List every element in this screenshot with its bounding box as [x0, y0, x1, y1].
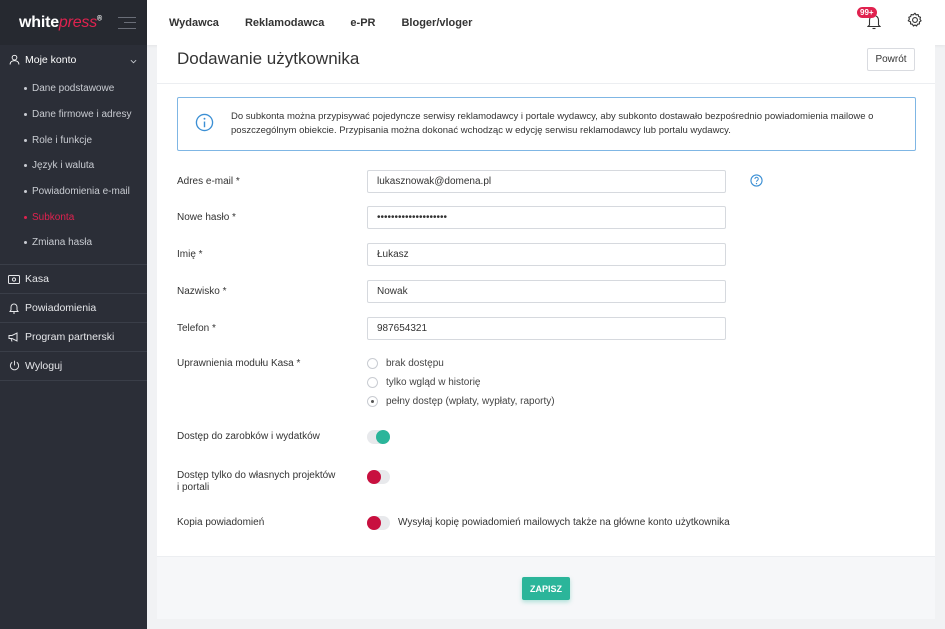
topbar: Wydawca Reklamodawca e-PR Bloger/vloger … — [147, 0, 945, 45]
sidebar-item-label: Moje konto — [25, 53, 77, 66]
logo-white-text: white — [19, 13, 59, 31]
topnav-bloger[interactable]: Bloger/vloger — [401, 17, 472, 29]
last-name-field[interactable]: Nowak — [367, 280, 726, 303]
menu-toggle-icon[interactable] — [118, 16, 137, 29]
earnings-access-label: Dostęp do zarobków i wydatków — [177, 431, 320, 442]
sidebar-item-label: Powiadomienia — [25, 301, 97, 314]
radio-view-history[interactable]: tylko wgląd w historię — [367, 377, 480, 388]
sidebar-item-kasa[interactable]: Kasa — [0, 265, 147, 294]
sidebar-item-logout[interactable]: Wyloguj — [0, 352, 147, 381]
earnings-access-toggle[interactable] — [367, 430, 390, 444]
help-icon[interactable] — [750, 174, 763, 190]
last-name-label: Nazwisko * — [177, 286, 227, 297]
card-footer: ZAPISZ — [157, 556, 935, 619]
radio-full-access[interactable]: pełny dostęp (wpłaty, wypłaty, raporty) — [367, 396, 555, 407]
sidebar-item-label: Wyloguj — [25, 359, 63, 372]
sidebar-subitem-change-password[interactable]: Zmiana hasła — [0, 230, 147, 256]
wallet-icon — [8, 273, 20, 285]
bell-icon — [8, 302, 20, 314]
phone-field[interactable]: 987654321 — [367, 317, 726, 340]
sidebar-subitem-email-notifications[interactable]: Powiadomienia e-mail — [0, 179, 147, 205]
notification-copy-label: Kopia powiadomień — [177, 517, 265, 528]
back-button[interactable]: Powrót — [867, 48, 915, 71]
notifications-button[interactable]: 99+ — [857, 6, 883, 31]
sidebar-item-label: Kasa — [25, 272, 49, 285]
sidebar-subitem-company-data[interactable]: Dane firmowe i adresy — [0, 102, 147, 128]
sidebar-subitem-language[interactable]: Język i waluta — [0, 153, 147, 179]
notifications-badge: 99+ — [857, 6, 877, 18]
first-name-field[interactable]: Łukasz — [367, 243, 726, 266]
notification-copy-text: Wysyłaj kopię powiadomień mailowych takż… — [398, 517, 730, 528]
own-projects-label: Dostęp tylko do własnych projektów i por… — [177, 470, 336, 493]
chevron-down-icon — [130, 55, 137, 67]
sidebar-subitem-subaccounts[interactable]: Subkonta — [0, 204, 147, 230]
page-title: Dodawanie użytkownika — [177, 49, 360, 68]
own-projects-toggle[interactable] — [367, 470, 390, 484]
logo-registered-mark: ® — [97, 15, 103, 23]
logo-press-text: press — [58, 13, 98, 31]
logo-bar: whitepress® — [0, 0, 147, 45]
top-icons: 99+ — [857, 6, 923, 31]
sidebar-item-account[interactable]: Moje konto — [0, 45, 147, 74]
settings-button[interactable] — [907, 12, 923, 31]
radio-circle-selected — [367, 396, 378, 407]
sidebar-item-notifications[interactable]: Powiadomienia — [0, 294, 147, 323]
radio-circle — [367, 377, 378, 388]
nav-section-account: Moje konto Dane podstawowe Dane firmowe … — [0, 45, 147, 265]
info-icon — [195, 113, 214, 135]
topnav-reklamodawca[interactable]: Reklamodawca — [245, 17, 324, 29]
sidebar-item-label: Program partnerski — [25, 330, 115, 343]
password-field[interactable]: •••••••••••••••••••• — [367, 206, 726, 229]
sidebar-item-partner-program[interactable]: Program partnerski — [0, 323, 147, 352]
gear-icon — [907, 12, 922, 27]
email-field[interactable]: lukasznowak@domena.pl — [367, 170, 726, 193]
phone-label: Telefon * — [177, 323, 216, 334]
topnav-wydawca[interactable]: Wydawca — [169, 17, 219, 29]
info-alert: Do subkonta można przypisywać pojedyncze… — [177, 97, 916, 151]
sidebar-subitem-roles[interactable]: Role i funkcje — [0, 127, 147, 153]
sidebar-subitem-basic-data[interactable]: Dane podstawowe — [0, 76, 147, 102]
password-label: Nowe hasło * — [177, 212, 236, 223]
kasa-permissions-label: Uprawnienia modułu Kasa * — [177, 358, 301, 369]
info-text: Do subkonta można przypisywać pojedyncze… — [231, 111, 874, 136]
topnav-epr[interactable]: e-PR — [350, 17, 375, 29]
power-icon — [8, 360, 20, 372]
radio-circle — [367, 358, 378, 369]
card-header: Dodawanie użytkownika Powrót — [157, 45, 935, 84]
first-name-label: Imię * — [177, 249, 203, 260]
notification-copy-toggle[interactable] — [367, 516, 390, 530]
logo[interactable]: whitepress® — [19, 14, 102, 32]
megaphone-icon — [8, 331, 20, 343]
main-card: Dodawanie użytkownika Powrót Do subkonta… — [157, 45, 935, 619]
top-navigation: Wydawca Reklamodawca e-PR Bloger/vloger — [169, 17, 498, 29]
radio-no-access[interactable]: brak dostępu — [367, 358, 444, 369]
save-button[interactable]: ZAPISZ — [522, 577, 570, 600]
user-icon — [8, 54, 20, 66]
sidebar: whitepress® Moje konto Dane podstawowe D… — [0, 0, 147, 629]
account-submenu: Dane podstawowe Dane firmowe i adresy Ro… — [0, 74, 147, 264]
email-label: Adres e-mail * — [177, 176, 240, 187]
